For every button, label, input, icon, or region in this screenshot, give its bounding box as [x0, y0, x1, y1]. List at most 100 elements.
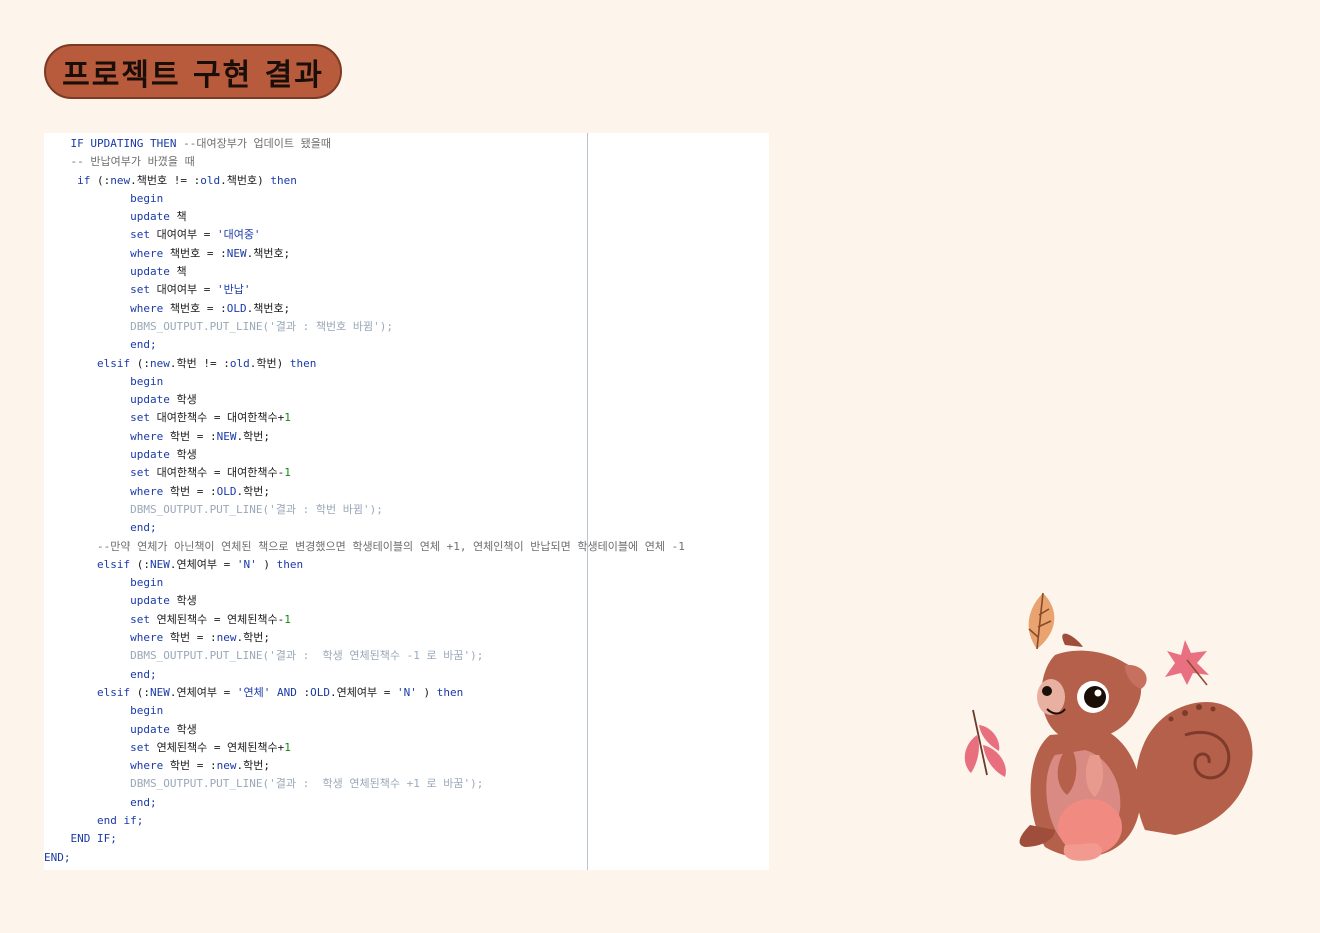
- code-token: new: [110, 173, 131, 187]
- code-token: 학생: [169, 393, 197, 407]
- code-line: set 대여여부 = '대여중': [44, 226, 685, 244]
- code-token: then: [436, 685, 464, 699]
- code-token: end;: [130, 521, 157, 535]
- code-token: .연체여부 =: [169, 685, 237, 699]
- code-token: 학번 = :: [163, 759, 217, 773]
- code-line: set 대여한책수 = 대여한책수-1: [44, 464, 685, 482]
- code-token: 대여여부 =: [149, 283, 217, 297]
- code-line: set 연체된책수 = 연체된책수-1: [44, 611, 685, 629]
- code-line: end if;: [44, 812, 685, 830]
- code-line: update 학생: [44, 446, 685, 464]
- code-token: '연체': [236, 685, 271, 699]
- code-token: if: [77, 173, 91, 187]
- code-line: update 학생: [44, 592, 685, 610]
- squirrel-head: [1037, 633, 1147, 741]
- code-block: IF UPDATING THEN --대여장부가 업데이트 됐을때 -- 반납여…: [44, 135, 685, 867]
- code-token: then: [289, 356, 317, 370]
- code-token: elsif: [96, 557, 131, 571]
- code-line: END;: [44, 849, 685, 867]
- code-line: where 학번 = :NEW.학번;: [44, 428, 685, 446]
- code-token: (:: [90, 173, 111, 187]
- code-token: old: [200, 173, 221, 187]
- code-line: where 학번 = :OLD.학번;: [44, 483, 685, 501]
- code-token: -- 반납여부가 바꼈을 때: [70, 155, 195, 169]
- code-token: OLD: [216, 484, 237, 498]
- code-line: end;: [44, 336, 685, 354]
- code-line: END IF;: [44, 830, 685, 848]
- code-token: 대여한책수 = 대여한책수-: [149, 466, 285, 480]
- code-token: '대여중': [216, 228, 261, 242]
- code-line: --만약 연체가 아닌책이 연체된 책으로 변경했으면 학생테이블의 연체 +1…: [44, 538, 685, 556]
- autumn-leaf-icon: [1028, 592, 1055, 650]
- squirrel-body: [1019, 730, 1141, 861]
- code-token: END;: [44, 850, 71, 864]
- code-line: if (:new.책번호 != :old.책번호) then: [44, 172, 685, 190]
- code-token: ): [416, 685, 437, 699]
- code-token: OLD: [310, 685, 330, 699]
- code-token: set: [130, 740, 150, 754]
- code-token: (:: [130, 557, 150, 571]
- leaf-branch-icon: [964, 709, 1006, 777]
- code-token: .연체여부 =: [329, 685, 397, 699]
- code-token: IF UPDATING THEN: [70, 137, 177, 150]
- code-token: update: [130, 210, 170, 224]
- code-line: end;: [44, 519, 685, 537]
- code-token: NEW: [149, 685, 170, 699]
- code-token: .학번): [249, 356, 290, 370]
- code-token: 책번호 = :: [163, 301, 227, 315]
- code-token: NEW: [149, 557, 170, 571]
- code-line: elsif (:NEW.연체여부 = 'N' ) then: [44, 556, 685, 574]
- code-line: set 연체된책수 = 연체된책수+1: [44, 739, 685, 757]
- code-token: .학번;: [236, 484, 270, 498]
- code-line: begin: [44, 702, 685, 720]
- code-token: NEW: [226, 246, 247, 260]
- code-token: set: [130, 283, 150, 297]
- code-token: --대여장부가 업데이트 됐을때: [176, 137, 332, 150]
- code-token: begin: [130, 576, 164, 590]
- code-token: begin: [130, 704, 164, 718]
- code-token: 'N': [236, 557, 257, 571]
- code-token: end if;: [96, 813, 144, 827]
- code-token: end;: [130, 338, 157, 352]
- code-line: begin: [44, 190, 685, 208]
- code-token: where: [130, 759, 164, 773]
- maple-leaf-icon: [1165, 640, 1209, 686]
- code-token: begin: [130, 374, 164, 388]
- code-token: set: [130, 466, 150, 480]
- code-token: ): [256, 557, 277, 571]
- code-token: update: [130, 393, 170, 407]
- squirrel-illustration: [964, 592, 1253, 861]
- code-token: 대여여부 =: [149, 228, 217, 242]
- code-line: DBMS_OUTPUT.PUT_LINE('결과 : 학생 연체된책수 -1 로…: [44, 647, 685, 665]
- code-token: 학번 = :: [163, 631, 217, 645]
- code-token: .책번호 != :: [130, 173, 201, 187]
- code-token: END IF;: [70, 832, 117, 846]
- code-line: begin: [44, 574, 685, 592]
- code-token: 학생: [169, 448, 197, 462]
- code-line: DBMS_OUTPUT.PUT_LINE('결과 : 학생 연체된책수 +1 로…: [44, 775, 685, 793]
- code-token: .연체여부 =: [169, 557, 237, 571]
- code-token: elsif: [96, 685, 131, 699]
- code-token: DBMS_OUTPUT.PUT_LINE('결과 : 학생 연체된책수 +1 로…: [130, 777, 484, 791]
- code-token: update: [130, 265, 170, 279]
